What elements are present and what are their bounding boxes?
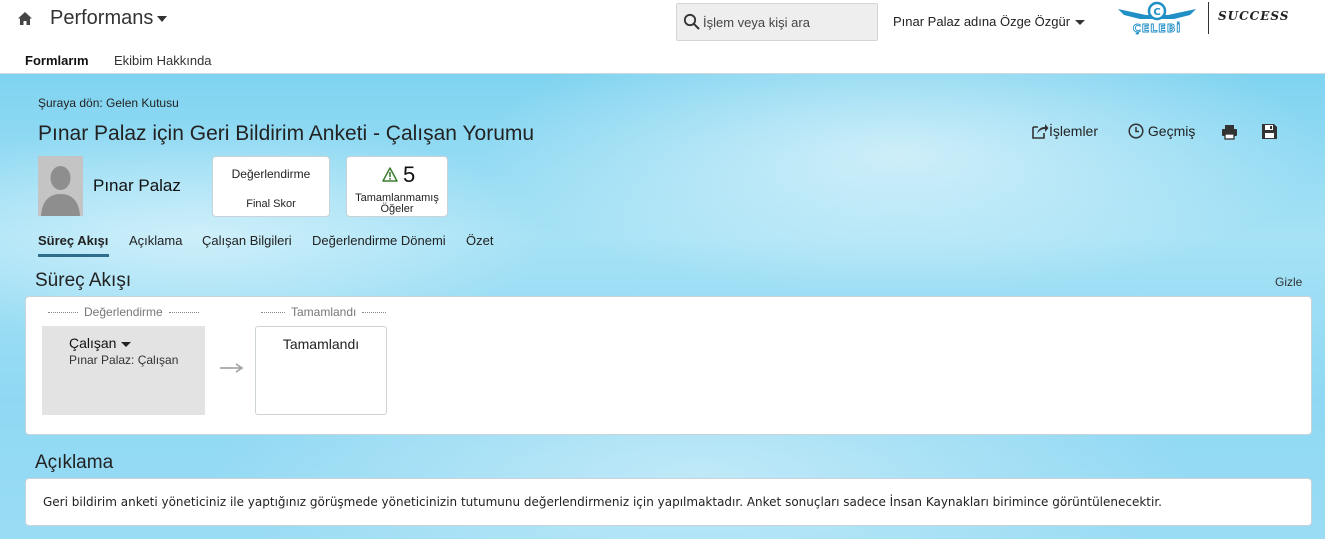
tab-ozet[interactable]: Özet: [466, 233, 493, 248]
step-role-dropdown[interactable]: Çalışan: [69, 335, 132, 351]
completed-step-label: Tamamlandı: [282, 336, 360, 352]
page-title: Pınar Palaz için Geri Bildirim Anketi - …: [38, 122, 535, 145]
svg-text:C: C: [1153, 7, 1160, 18]
search-input[interactable]: [703, 13, 873, 31]
back-link[interactable]: Şuraya dön: Gelen Kutusu: [38, 96, 179, 110]
hide-link[interactable]: Gizle: [1275, 275, 1302, 289]
description-panel: Geri bildirim anketi yöneticiniz ile yap…: [25, 478, 1312, 526]
tab-ekibim-hakkinda[interactable]: Ekibim Hakkında: [114, 53, 212, 68]
description-heading: Açıklama: [35, 452, 114, 473]
tab-degerlendirme-donemi[interactable]: Değerlendirme Dönemi: [312, 233, 446, 248]
final-score-label: Final Skor: [246, 198, 296, 210]
search-icon: [683, 13, 700, 30]
islemler-label: İşlemler: [1049, 123, 1099, 139]
avatar: [38, 156, 83, 216]
print-icon[interactable]: [1221, 124, 1238, 140]
svg-text:ÇELEBİ: ÇELEBİ: [1133, 21, 1182, 35]
step-role-label: Çalışan: [69, 335, 117, 351]
process-flow-heading: Süreç Akışı: [35, 270, 132, 291]
success-logo: SUCCESS: [1218, 9, 1290, 23]
step-assignee: Pınar Palaz: Çalışan: [69, 353, 179, 367]
main-content: Şuraya dön: Gelen Kutusu Pınar Palaz içi…: [0, 74, 1325, 539]
tab-aciklama[interactable]: Açıklama: [129, 233, 182, 248]
warning-icon: [382, 167, 398, 182]
incomplete-items-card[interactable]: 5 Tamamlanmamış Öğeler: [346, 156, 448, 217]
incomplete-label: Tamamlanmamış Öğeler: [355, 192, 439, 215]
app-switcher[interactable]: Performans: [50, 7, 168, 30]
stage-label-completed: Tamamlandı: [255, 305, 392, 319]
search-box[interactable]: [676, 3, 878, 41]
chevron-down-icon: [157, 15, 168, 22]
islemler-button[interactable]: İşlemler: [1032, 123, 1098, 139]
clock-icon: [1128, 123, 1144, 139]
user-menu[interactable]: Pınar Palaz adına Özge Özgür: [893, 14, 1086, 29]
gecmis-label: Geçmiş: [1147, 123, 1196, 139]
active-tab-indicator: [38, 254, 109, 257]
tab-calisan-bilgileri[interactable]: Çalışan Bilgileri: [202, 233, 292, 248]
app-title: Performans: [50, 7, 154, 29]
incomplete-count: 5: [403, 162, 416, 187]
person-silhouette-icon: [38, 156, 83, 216]
arrow-right-icon: [220, 363, 244, 373]
stage-label-evaluation: Değerlendirme: [42, 305, 205, 319]
home-icon[interactable]: [16, 10, 34, 28]
tab-surec-akisi[interactable]: Süreç Akışı: [38, 233, 108, 248]
celebi-logo: C ÇELEBİ: [1118, 1, 1196, 35]
sub-navigation: Formlarım Ekibim Hakkında: [0, 42, 1325, 74]
person-name: Pınar Palaz: [93, 176, 181, 195]
evaluation-card[interactable]: Değerlendirme Final Skor: [212, 156, 330, 217]
completed-step-box: Tamamlandı: [255, 326, 387, 415]
description-text: Geri bildirim anketi yöneticiniz ile yap…: [43, 495, 1162, 509]
tab-formlarim[interactable]: Formlarım: [25, 53, 89, 68]
process-flow-panel: Değerlendirme Tamamlandı Çalışan Pınar P…: [25, 296, 1312, 435]
logo-divider: [1208, 2, 1209, 34]
save-icon[interactable]: [1261, 123, 1278, 140]
current-step-box[interactable]: Çalışan Pınar Palaz: Çalışan: [42, 326, 205, 415]
user-menu-label: Pınar Palaz adına Özge Özgür: [893, 14, 1071, 29]
share-icon: [1032, 124, 1049, 139]
top-header: Performans Pınar Palaz adına Özge Özgür …: [0, 0, 1325, 42]
chevron-down-icon: [121, 341, 132, 347]
chevron-down-icon: [1075, 20, 1086, 26]
evaluation-card-title: Değerlendirme: [231, 167, 311, 181]
gecmis-button[interactable]: Geçmiş: [1128, 123, 1195, 139]
